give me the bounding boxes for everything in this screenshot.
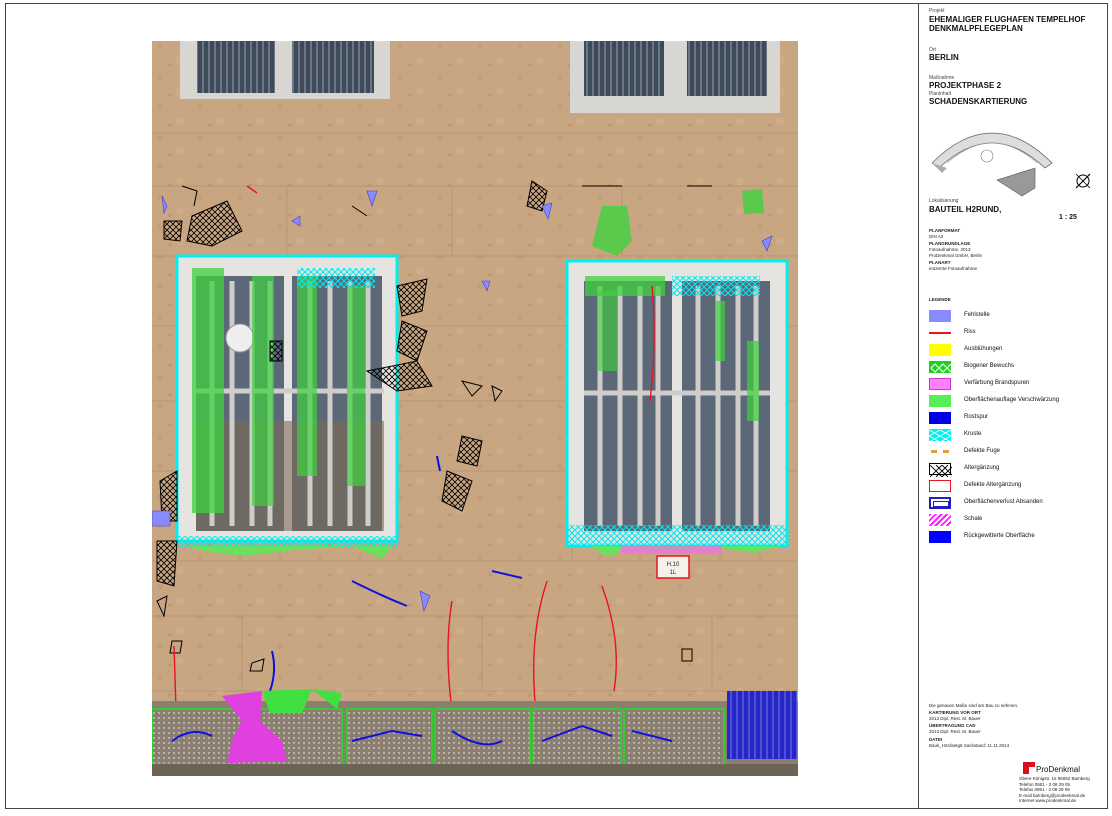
planinhalt-value: SCHADENSKARTIERUNG <box>929 97 1028 106</box>
legend-item: Altergänzung <box>929 463 1104 478</box>
legend-swatch <box>929 412 951 424</box>
legend-swatch <box>929 361 952 373</box>
legend-swatch <box>929 531 951 543</box>
title-block: Projekt EHEMALIGER FLUGHAFEN TEMPELHOF D… <box>918 3 1108 809</box>
legend-item: Kruste <box>928 429 1104 443</box>
legend-swatch <box>929 463 955 478</box>
legend-item: Oberflächenverlust Absanden <box>929 497 1104 511</box>
uebertragung-value: 2013 Dipl. Rest. M. Bauer <box>929 729 981 734</box>
prodenkmal-logo-icon <box>1023 762 1035 774</box>
address-line-5: Internet www.prodenkmal.de <box>1019 798 1077 803</box>
projekt-value: EHEMALIGER FLUGHAFEN TEMPELHOF DENKMALPF… <box>929 15 1086 33</box>
projekt-label: Projekt <box>929 8 945 14</box>
lokalisierung-value: BAUTEIL H2RUND, <box>929 205 1002 214</box>
massnahme-value: PROJEKTPHASE 2 <box>929 81 1002 90</box>
datei-value: Bauk_H2rdsetg6 Sackstand: 11.11.2014 <box>929 743 1010 748</box>
legend-item: Schale <box>929 514 1104 528</box>
legend-swatch <box>929 480 951 492</box>
window-right <box>565 259 789 556</box>
legend-item: Riss <box>929 327 1104 341</box>
ort-value: BERLIN <box>929 53 959 62</box>
window-left <box>175 254 399 559</box>
plaque: H.10 1L <box>656 555 690 579</box>
legend-swatch <box>929 310 951 322</box>
plangrundlage-value2: ProDenkmal GmbH, Berlin <box>929 253 983 258</box>
legende-label: LEGENDE <box>929 297 951 302</box>
planart-value: entzerrte Fotoaufnahme <box>929 266 978 271</box>
legend-item: Defekte Altergänzung <box>929 480 1104 494</box>
legend-swatch <box>929 395 951 407</box>
legend-swatch <box>929 514 951 526</box>
legend-swatch <box>929 497 951 509</box>
legend-item: Ausblühungen <box>929 344 1104 358</box>
legend-item: Defekte Fuge <box>929 446 1104 460</box>
company-name: ProDenkmal <box>1036 765 1081 774</box>
legend-item: Biogener Bewuchs <box>929 361 1104 375</box>
legend-item: Fehlstelle <box>929 310 1104 324</box>
footnote: Die genauen Maße sind am Bau zu nehmen. <box>929 703 1019 708</box>
lokalisierung-label: Lokalisierung <box>929 198 959 204</box>
legend-item: Oberflächenauflage Verschwärzung <box>929 395 1104 409</box>
floorplan-key-diagram <box>931 132 1053 197</box>
planformat-value: DIN A2 <box>929 234 944 239</box>
north-arrow-icon <box>1075 173 1091 189</box>
legend-swatch <box>929 344 951 356</box>
plaque-line1: H.10 <box>667 562 680 568</box>
legend-swatch <box>929 446 951 458</box>
upper-window-left <box>180 41 390 99</box>
plaque-line2: 1L <box>670 570 677 576</box>
legend-item: Rostspur <box>929 412 1104 426</box>
plinth <box>152 689 798 776</box>
legend-swatch <box>929 378 951 390</box>
legend-swatch <box>928 429 952 443</box>
legend-item: Verfärbung Brandspuren <box>929 378 1104 392</box>
scale: 1 : 25 <box>1059 214 1077 221</box>
kartierung-value: 2013 Dipl. Rest. M. Bauer <box>929 716 981 721</box>
upper-window-right <box>570 41 780 113</box>
legend-swatch <box>929 327 951 339</box>
facade-damage-map: H.10 1L <box>152 41 798 776</box>
legend-item: Rückgewitterte Oberfläche <box>929 531 1104 545</box>
